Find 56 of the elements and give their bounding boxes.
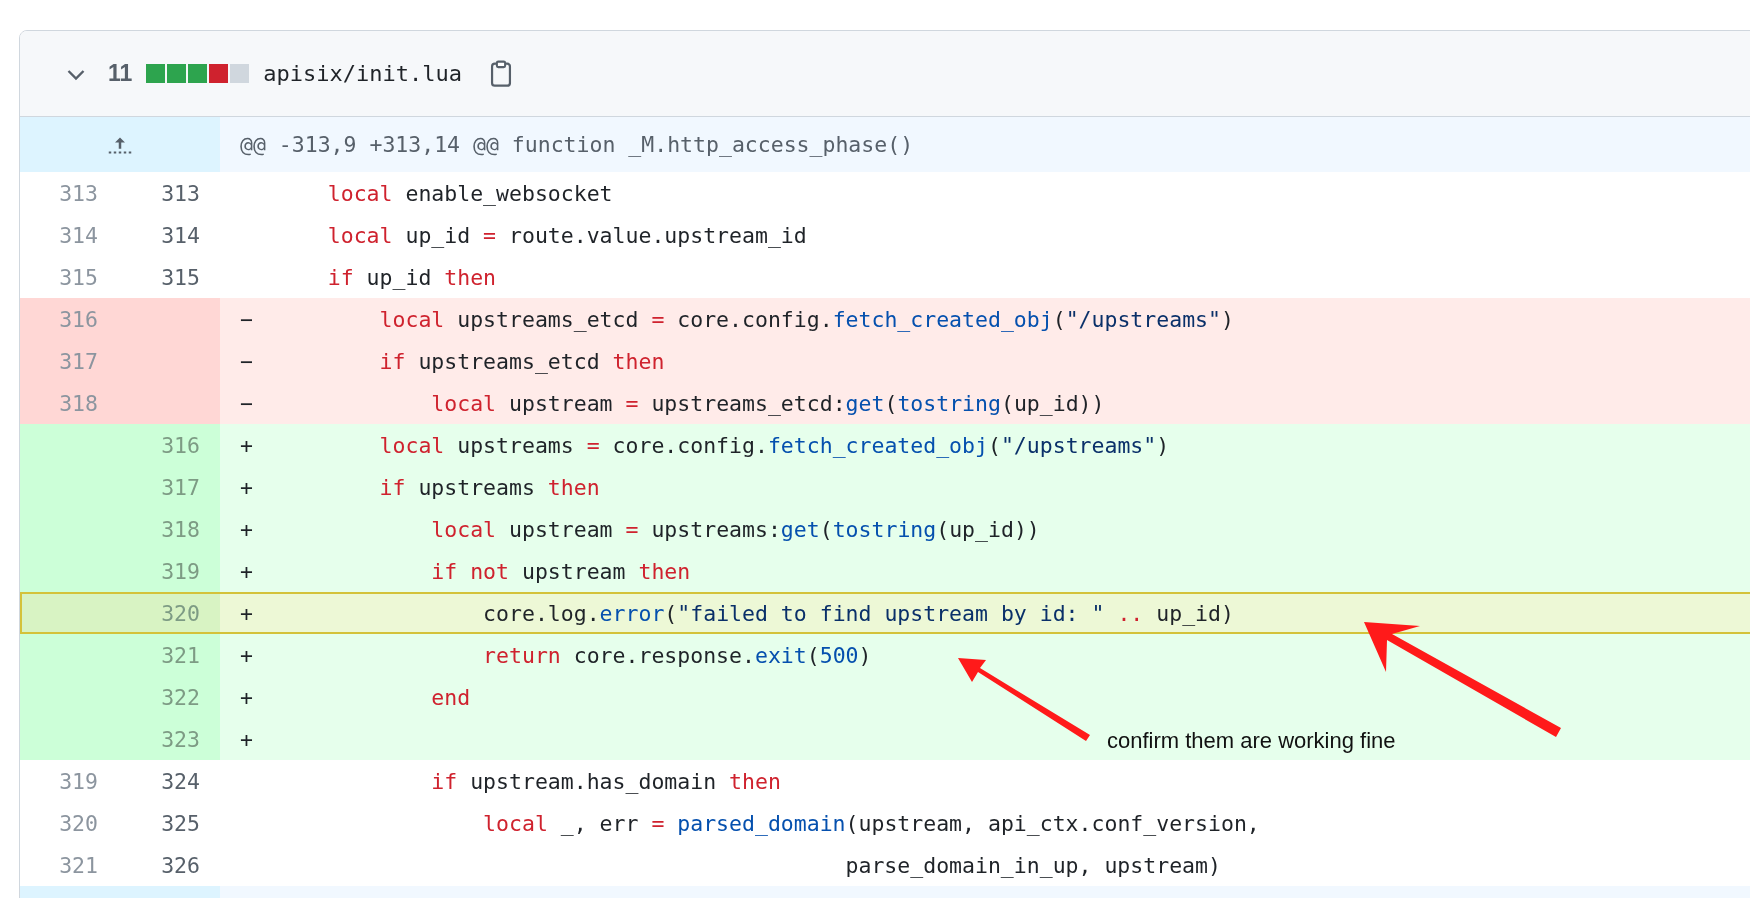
file-path[interactable]: apisix/init.lua xyxy=(263,61,462,86)
diff-marker: + xyxy=(240,516,253,542)
code-line: end xyxy=(430,683,471,712)
line-number[interactable]: 318 xyxy=(120,508,220,550)
line-number[interactable]: 319 xyxy=(20,760,120,802)
code-line: if up_id then xyxy=(326,263,497,292)
line-number[interactable]: 323 xyxy=(120,718,220,760)
line-number[interactable]: 320 xyxy=(20,802,120,844)
diff-marker: + xyxy=(240,642,253,668)
change-count: 11 xyxy=(108,60,133,87)
gutter-cell[interactable] xyxy=(20,592,120,634)
line-number[interactable]: 321 xyxy=(20,844,120,886)
line-number[interactable]: 313 xyxy=(20,172,120,214)
code-line: local upstreams_etcd = core.config.fetch_created_obj("/upstreams") xyxy=(378,305,1234,334)
line-number[interactable]: 316 xyxy=(20,298,120,340)
code-line: if upstreams then xyxy=(378,473,600,502)
line-number[interactable]: 320 xyxy=(120,592,220,634)
diff-marker: − xyxy=(240,390,253,416)
diff-marker: + xyxy=(240,684,253,710)
code-line: if upstreams_etcd then xyxy=(378,347,665,376)
code-line: local upstream = upstreams_etcd:get(tostring(up_id)) xyxy=(430,389,1105,418)
line-number[interactable]: 325 xyxy=(120,802,220,844)
diff-marker: + xyxy=(240,600,253,626)
diff-marker: + xyxy=(240,432,253,458)
line-number[interactable]: 316 xyxy=(120,424,220,466)
line-number[interactable]: 315 xyxy=(20,256,120,298)
code-line: return core.response.exit(500) xyxy=(482,641,872,670)
line-number[interactable]: 324 xyxy=(120,760,220,802)
line-number[interactable]: 319 xyxy=(120,550,220,592)
code-line: core.log.error("failed to find upstream by id: " .. up_id) xyxy=(482,599,1234,628)
line-number[interactable]: 313 xyxy=(120,172,220,214)
annotation-text: confirm them are working fine xyxy=(1107,728,1396,754)
line-number[interactable]: 315 xyxy=(120,256,220,298)
diff-marker: − xyxy=(240,306,253,332)
code-line: if upstream.has_domain then xyxy=(430,767,781,796)
line-number[interactable]: 322 xyxy=(120,676,220,718)
code-line: local upstreams = core.config.fetch_created_obj("/upstreams") xyxy=(378,431,1170,460)
diff-marker: + xyxy=(240,474,253,500)
diff-marker: − xyxy=(240,348,253,374)
line-number[interactable]: 321 xyxy=(120,634,220,676)
line-number[interactable]: 318 xyxy=(20,382,120,424)
line-number[interactable]: 314 xyxy=(20,214,120,256)
diff-marker: + xyxy=(240,558,253,584)
line-number[interactable]: 317 xyxy=(120,466,220,508)
code-line: local up_id = route.value.upstream_id xyxy=(326,221,807,250)
code-line: local enable_websocket xyxy=(326,179,613,208)
code-line: parse_domain_in_up, upstream) xyxy=(844,851,1221,880)
line-number[interactable]: 326 xyxy=(120,844,220,886)
diff-marker: + xyxy=(240,726,253,752)
code-line: local upstream = upstreams:get(tostring(up_id)) xyxy=(430,515,1040,544)
hunk-header: @@ -313,9 +313,14 @@ function _M.http_access_phase() xyxy=(220,117,1750,172)
code-line: if not upstream then xyxy=(430,557,691,586)
code-line: local _, err = parsed_domain(upstream, api_ctx.conf_version, xyxy=(482,809,1260,838)
line-number[interactable]: 317 xyxy=(20,340,120,382)
line-number[interactable]: 314 xyxy=(120,214,220,256)
clipboard-icon[interactable] xyxy=(490,59,512,88)
